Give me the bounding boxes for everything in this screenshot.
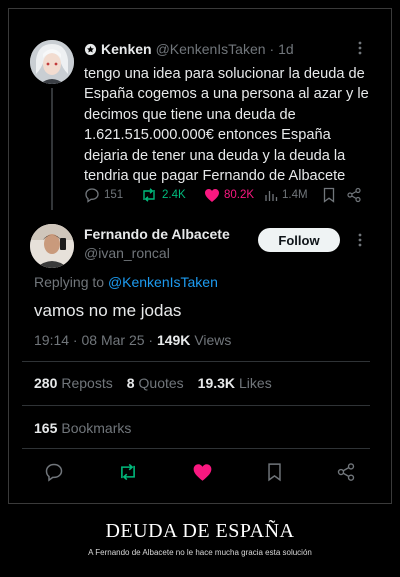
reply-icon bbox=[84, 187, 100, 203]
quoted-tweet-actions: 151 2.4K 80.2K 1.4M bbox=[84, 185, 368, 205]
repost-count: 2.4K bbox=[162, 189, 186, 201]
likes-stat[interactable]: 19.3K Likes bbox=[198, 375, 272, 391]
reply-count: 151 bbox=[104, 189, 124, 201]
quotes-stat[interactable]: 8 Quotes bbox=[127, 375, 184, 391]
caption-subtitle: A Fernando de Albacete no le hace mucha … bbox=[88, 548, 312, 557]
views-count: 1.4M bbox=[282, 189, 308, 201]
likes-label: Likes bbox=[239, 375, 272, 391]
quoted-author-handle[interactable]: @KenkenIsTaken bbox=[156, 41, 266, 57]
quoted-tweet-header: Kenken @KenkenIsTaken · 1d bbox=[84, 40, 294, 58]
author-name[interactable]: Fernando de Albacete bbox=[84, 226, 230, 242]
tweet-action-bar bbox=[44, 461, 356, 483]
reposts-stat[interactable]: 280 Reposts bbox=[34, 375, 113, 391]
kenken-avatar[interactable] bbox=[30, 40, 74, 84]
replying-prefix: Replying to bbox=[34, 274, 105, 290]
views-count: 149K bbox=[156, 332, 191, 348]
divider bbox=[22, 405, 370, 406]
quoted-tweet-text: tengo una idea para solucionar la deuda … bbox=[84, 66, 369, 185]
bookmarks-stat[interactable]: 165 Bookmarks bbox=[34, 420, 131, 436]
bookmark-icon[interactable] bbox=[266, 462, 283, 482]
bookmark-action[interactable] bbox=[322, 187, 346, 203]
replying-to: Replying to @KenkenIsTaken bbox=[34, 274, 218, 290]
reply-action[interactable]: 151 bbox=[84, 187, 140, 203]
fernando-avatar[interactable] bbox=[30, 224, 74, 268]
quotes-label: Quotes bbox=[138, 375, 184, 391]
follow-button[interactable]: Follow bbox=[258, 228, 340, 252]
divider bbox=[22, 361, 370, 362]
tweet-text: vamos no me jodas bbox=[34, 301, 182, 320]
author-handle[interactable]: @ivan_roncal bbox=[84, 245, 170, 261]
caption-title: DEUDA DE ESPAÑA bbox=[105, 520, 295, 542]
repost-icon[interactable] bbox=[117, 462, 139, 482]
like-icon bbox=[204, 188, 220, 203]
bookmark-icon bbox=[322, 187, 336, 203]
views-action[interactable]: 1.4M bbox=[264, 188, 322, 202]
tweet-meta: 19:14 · 08 Mar 25 · 149K Views bbox=[34, 332, 231, 348]
likes-count: 19.3K bbox=[197, 375, 236, 391]
share-action[interactable] bbox=[346, 187, 366, 203]
replying-mention-link[interactable]: @KenkenIsTaken bbox=[108, 274, 218, 290]
more-icon[interactable] bbox=[352, 232, 368, 248]
engagement-stats: 280 Reposts 8 Quotes 19.3K Likes bbox=[34, 375, 272, 391]
quoted-tweet-time[interactable]: · 1d bbox=[270, 41, 294, 57]
reply-icon[interactable] bbox=[44, 462, 64, 482]
share-icon[interactable] bbox=[336, 462, 356, 482]
thread-line bbox=[51, 88, 53, 210]
repost-action[interactable]: 2.4K bbox=[140, 187, 204, 203]
views-label: Views bbox=[194, 332, 232, 348]
like-action[interactable]: 80.2K bbox=[204, 188, 264, 203]
tweet-timestamp[interactable]: 19:14 · 08 Mar 25 · bbox=[34, 332, 153, 348]
repost-icon bbox=[140, 187, 158, 203]
more-icon[interactable] bbox=[352, 40, 368, 56]
reposts-label: Reposts bbox=[61, 375, 113, 391]
verified-badge-icon bbox=[84, 43, 97, 56]
bookmarks-label: Bookmarks bbox=[61, 420, 132, 436]
like-count: 80.2K bbox=[224, 189, 255, 201]
like-icon[interactable] bbox=[192, 463, 213, 482]
share-icon bbox=[346, 187, 362, 203]
quoted-author-name[interactable]: Kenken bbox=[101, 41, 152, 57]
views-icon bbox=[264, 188, 278, 202]
divider bbox=[22, 448, 370, 449]
reposts-count: 280 bbox=[34, 375, 58, 391]
quotes-count: 8 bbox=[126, 375, 135, 391]
bookmarks-count: 165 bbox=[34, 420, 58, 436]
